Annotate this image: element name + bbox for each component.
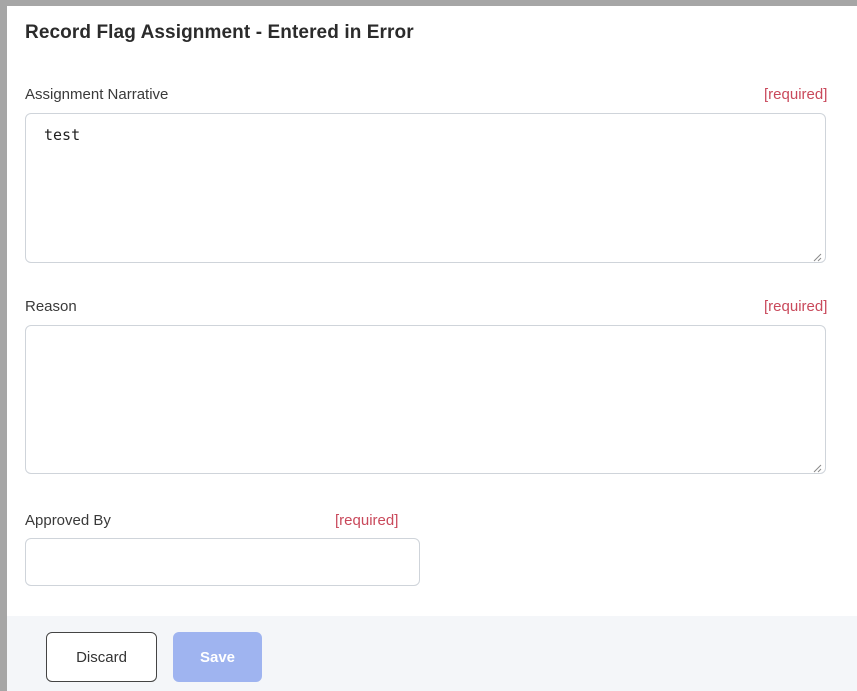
assignment-narrative-textarea[interactable]: test [25,113,826,263]
page-title: Record Flag Assignment - Entered in Erro… [25,22,414,43]
assignment-narrative-label: Assignment Narrative [25,86,169,103]
resize-grip-icon[interactable] [812,460,822,473]
resize-grip-icon[interactable] [812,249,822,262]
reason-required-indicator: [required] [764,298,828,315]
reason-textarea[interactable] [25,325,826,474]
approved-by-label: Approved By [25,512,111,529]
assignment-narrative-value: test [44,126,81,144]
assignment-narrative-required-indicator: [required] [764,86,828,103]
save-button[interactable]: Save [173,632,262,682]
discard-button[interactable]: Discard [46,632,157,682]
approved-by-input[interactable] [25,538,420,586]
reason-label: Reason [25,298,77,315]
approved-by-required-indicator: [required] [335,512,399,529]
